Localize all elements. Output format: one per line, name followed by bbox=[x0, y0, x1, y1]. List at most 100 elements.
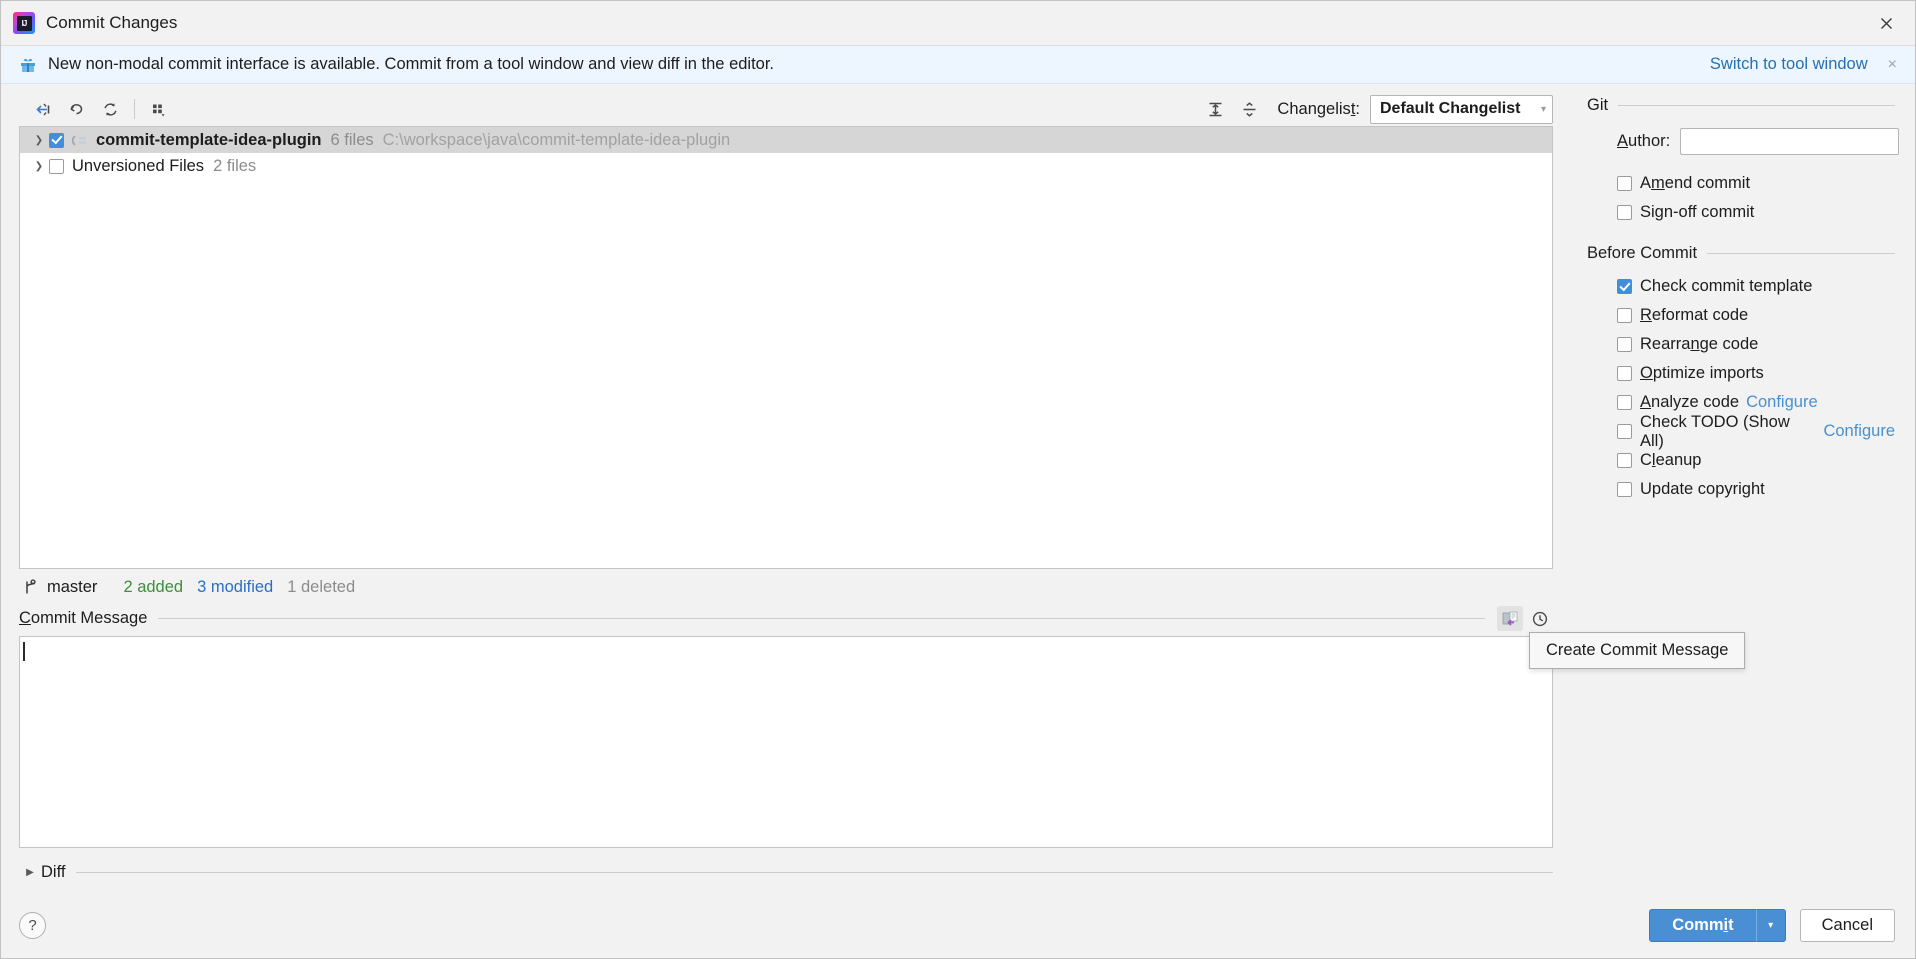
reformat-code-checkbox[interactable] bbox=[1617, 308, 1632, 323]
dialog-body: Changelist: Default Changelist ▾ ❯ commi… bbox=[1, 84, 1915, 892]
changes-tree[interactable]: ❯ commit-template-idea-plugin 6 files C:… bbox=[19, 126, 1553, 569]
rollback-button[interactable] bbox=[61, 95, 91, 123]
author-row: Author: bbox=[1617, 128, 1900, 155]
analyze-code-configure-link[interactable]: Configure bbox=[1746, 393, 1818, 412]
tree-row-meta: 2 files bbox=[213, 156, 257, 175]
modified-count: 3 modified bbox=[197, 577, 274, 596]
deleted-count: 1 deleted bbox=[287, 577, 356, 596]
before-commit-section-header: Before Commit bbox=[1587, 244, 1895, 263]
options-panel: Git Author: Amend commit Sign-off commit… bbox=[1570, 84, 1915, 892]
author-label: Author: bbox=[1617, 132, 1671, 150]
expand-all-icon bbox=[1209, 102, 1222, 116]
create-commit-message-tooltip: Create Commit Message bbox=[1529, 632, 1746, 669]
check-commit-template-label: Check commit template bbox=[1640, 277, 1813, 295]
before-commit-section-title: Before Commit bbox=[1587, 244, 1698, 262]
check-todo-label: Check TODO (Show All) bbox=[1640, 412, 1790, 450]
tree-row-path: C:\workspace\java\commit-template-idea-p… bbox=[382, 130, 731, 149]
tree-row-name: Unversioned Files bbox=[72, 156, 205, 175]
intellij-logo-label: IJ bbox=[16, 15, 32, 31]
commit-message-input[interactable] bbox=[19, 636, 1553, 848]
create-commit-message-button[interactable] bbox=[1497, 606, 1523, 631]
tree-row-checkbox[interactable] bbox=[49, 158, 64, 174]
collapse-all-button[interactable] bbox=[1234, 95, 1264, 123]
option-optimize-imports[interactable]: Optimize imports bbox=[1617, 359, 1895, 388]
optimize-imports-checkbox[interactable] bbox=[1617, 366, 1632, 381]
diff-section-header[interactable]: ▶ Diff bbox=[19, 852, 1570, 892]
sign-off-commit-checkbox[interactable] bbox=[1617, 205, 1632, 220]
chevron-right-icon[interactable]: ▶ bbox=[19, 867, 41, 878]
tree-row-checkbox[interactable] bbox=[49, 132, 64, 148]
move-to-another-changelist-button[interactable] bbox=[27, 95, 57, 123]
optimize-imports-label: Optimize imports bbox=[1640, 364, 1764, 382]
update-copyright-label: Update copyright bbox=[1640, 480, 1765, 498]
footer-actions: Comm i t ▾ Cancel bbox=[1649, 908, 1895, 942]
switch-to-tool-window-link[interactable]: Switch to tool window bbox=[1710, 55, 1868, 74]
added-count: 2 added bbox=[123, 577, 184, 596]
commit-message-history-button[interactable] bbox=[1527, 606, 1553, 631]
dialog-footer: ? Comm i t ▾ Cancel bbox=[1, 892, 1915, 958]
update-copyright-checkbox[interactable] bbox=[1617, 482, 1632, 497]
option-amend-commit[interactable]: Amend commit bbox=[1617, 169, 1895, 198]
changelist-icon bbox=[72, 134, 86, 146]
chevron-right-icon[interactable]: ❯ bbox=[29, 161, 49, 172]
create-commit-message-icon bbox=[1502, 611, 1518, 626]
option-rearrange-code[interactable]: Rearrange code bbox=[1617, 330, 1895, 359]
commit-dropdown-button[interactable]: ▾ bbox=[1755, 908, 1786, 942]
changelist-dropdown[interactable]: Default Changelist ▾ bbox=[1370, 94, 1553, 124]
commit-split-button: Comm i t ▾ bbox=[1649, 908, 1786, 942]
diff-label: Diff bbox=[41, 862, 66, 881]
window-close-button[interactable] bbox=[1857, 1, 1915, 45]
tree-row[interactable]: ❯ commit-template-idea-plugin 6 files C:… bbox=[20, 127, 1552, 153]
toolbar-separator bbox=[134, 99, 135, 119]
option-update-copyright[interactable]: Update copyright bbox=[1617, 475, 1895, 504]
banner-message: New non-modal commit interface is availa… bbox=[48, 55, 775, 73]
current-branch: master bbox=[47, 577, 98, 596]
expand-all-button[interactable] bbox=[1200, 95, 1230, 123]
banner-actions: Switch to tool window × bbox=[1710, 55, 1901, 74]
check-todo-configure-link[interactable]: Configure bbox=[1823, 422, 1895, 441]
changes-toolbar: Changelist: Default Changelist ▾ bbox=[19, 92, 1570, 126]
chevron-down-icon: ▾ bbox=[1540, 103, 1546, 115]
toolbar-right-group: Changelist: Default Changelist ▾ bbox=[1200, 94, 1570, 124]
author-input[interactable] bbox=[1680, 128, 1900, 155]
refresh-button[interactable] bbox=[95, 95, 125, 123]
section-rule bbox=[1707, 253, 1895, 254]
option-reformat-code[interactable]: Reformat code bbox=[1617, 301, 1895, 330]
analyze-code-checkbox[interactable] bbox=[1617, 395, 1632, 410]
gift-icon bbox=[21, 58, 35, 72]
rearrange-code-label: Rearrange code bbox=[1640, 335, 1759, 353]
analyze-code-label: Analyze code bbox=[1640, 393, 1740, 411]
tree-row-meta: 6 files bbox=[330, 130, 374, 149]
amend-commit-checkbox[interactable] bbox=[1617, 176, 1632, 191]
chevron-right-icon[interactable]: ❯ bbox=[29, 135, 49, 146]
cancel-button[interactable]: Cancel bbox=[1799, 908, 1895, 942]
sign-off-commit-label: Sign-off commit bbox=[1640, 203, 1755, 221]
banner-close-icon[interactable]: × bbox=[1884, 56, 1901, 74]
reformat-code-label: Reformat code bbox=[1640, 306, 1749, 324]
group-by-button[interactable] bbox=[143, 95, 173, 123]
rearrange-code-checkbox[interactable] bbox=[1617, 337, 1632, 352]
check-todo-checkbox[interactable] bbox=[1617, 424, 1632, 439]
rollback-icon bbox=[70, 103, 82, 114]
option-check-commit-template[interactable]: Check commit template bbox=[1617, 272, 1895, 301]
cleanup-checkbox[interactable] bbox=[1617, 453, 1632, 468]
commit-message-rule bbox=[158, 618, 1485, 619]
option-sign-off-commit[interactable]: Sign-off commit bbox=[1617, 198, 1895, 227]
cleanup-label: Cleanup bbox=[1640, 451, 1702, 469]
option-check-todo[interactable]: Check TODO (Show All) Configure bbox=[1617, 413, 1895, 450]
chevron-down-icon: ▾ bbox=[1768, 919, 1774, 931]
check-commit-template-checkbox[interactable] bbox=[1617, 279, 1632, 294]
commit-button[interactable]: Comm i t bbox=[1649, 908, 1756, 942]
collapse-all-icon bbox=[1243, 101, 1256, 117]
tree-row[interactable]: ❯ Unversioned Files 2 files bbox=[20, 153, 1552, 179]
refresh-icon bbox=[103, 102, 117, 116]
message-history-icon bbox=[1532, 611, 1548, 626]
tree-row-name: commit-template-idea-plugin bbox=[96, 130, 322, 149]
help-button[interactable]: ? bbox=[19, 911, 46, 939]
group-by-icon bbox=[152, 104, 165, 116]
changelist-label: Changelist: bbox=[1277, 99, 1360, 118]
git-branch-icon bbox=[26, 578, 36, 593]
changelist-value: Default Changelist bbox=[1380, 100, 1521, 117]
section-rule bbox=[1618, 105, 1895, 106]
